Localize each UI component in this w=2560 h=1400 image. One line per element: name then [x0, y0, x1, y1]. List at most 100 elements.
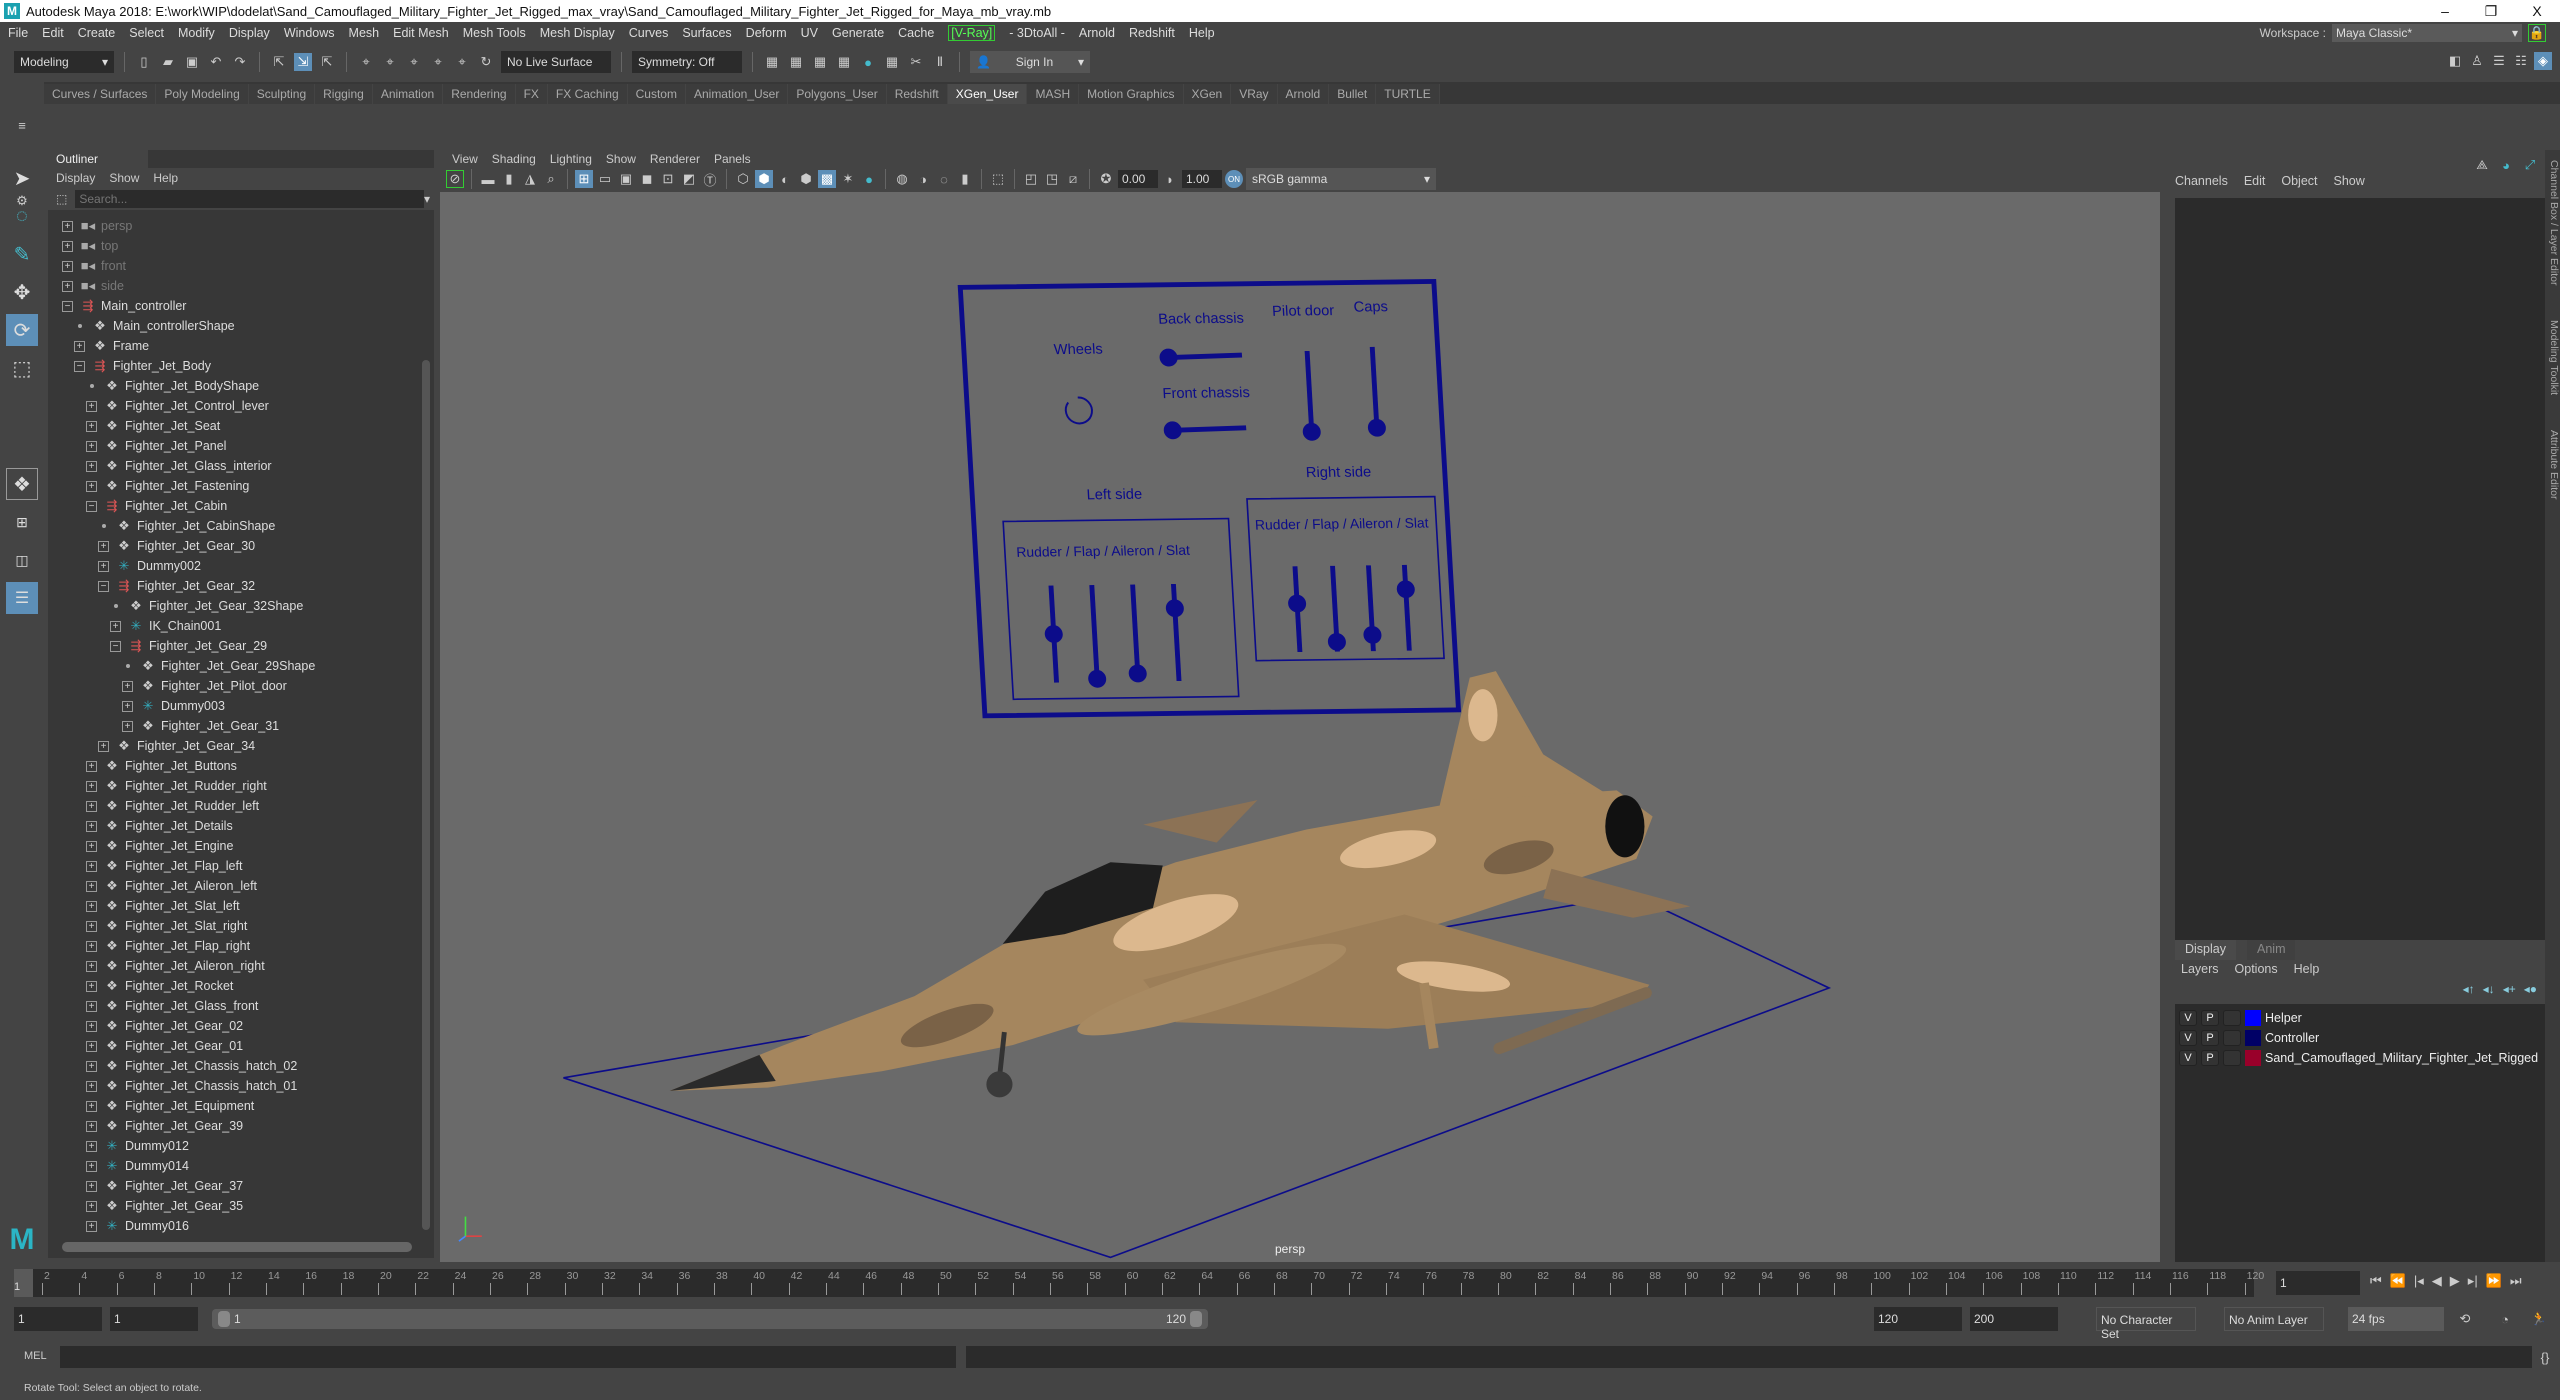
- control-slider-handle[interactable]: [1288, 594, 1307, 613]
- live-surface-field[interactable]: No Live Surface: [501, 51, 611, 73]
- menu-curves[interactable]: Curves: [629, 26, 669, 40]
- render-frame-icon[interactable]: ▦: [763, 53, 781, 71]
- save-scene-icon[interactable]: ▣: [183, 53, 201, 71]
- collapse-icon[interactable]: −: [110, 640, 121, 652]
- command-input[interactable]: [60, 1346, 956, 1368]
- xray-icon[interactable]: ◰: [1022, 170, 1040, 188]
- expand-icon[interactable]: +: [86, 840, 97, 852]
- layer-row[interactable]: V P Controller: [2179, 1028, 2319, 1048]
- undo-icon[interactable]: ↶: [207, 53, 225, 71]
- tab-custom[interactable]: Custom: [627, 84, 686, 104]
- menu-deform[interactable]: Deform: [746, 26, 787, 40]
- step-back-key-icon[interactable]: ⏪: [2390, 1273, 2406, 1289]
- expand-icon[interactable]: +: [86, 1220, 97, 1232]
- tab-bullet[interactable]: Bullet: [1329, 84, 1377, 104]
- outliner-item[interactable]: + ✳ Dummy014: [86, 1156, 189, 1176]
- isolate-select-icon[interactable]: ⬚: [989, 170, 1007, 188]
- menu-windows[interactable]: Windows: [284, 26, 335, 40]
- four-view-layout-icon[interactable]: ⊞: [6, 506, 38, 538]
- command-language-label[interactable]: MEL: [24, 1350, 47, 1362]
- motion-blur-icon[interactable]: ◑: [914, 170, 932, 188]
- workspace-dropdown[interactable]: Maya Classic* ▾: [2332, 24, 2522, 42]
- tab-fx[interactable]: FX: [515, 84, 548, 104]
- select-object-icon[interactable]: ⇲: [294, 53, 312, 71]
- control-slider-handle[interactable]: [1044, 625, 1063, 643]
- 3d-viewport[interactable]: Wheels Back chassis Front chassis Pilot …: [440, 192, 2160, 1262]
- render-sequence-icon[interactable]: ▦: [787, 53, 805, 71]
- expand-icon[interactable]: +: [86, 460, 97, 472]
- tab-animation-user[interactable]: Animation_User: [685, 84, 789, 104]
- tab-channel-box-layer-editor[interactable]: Channel Box / Layer Editor: [2545, 160, 2560, 286]
- outliner-item[interactable]: + ❖ Fighter_Jet_Details: [86, 816, 233, 836]
- new-layer-icon[interactable]: ◂+: [2503, 982, 2516, 996]
- film-gate-icon[interactable]: ▭: [596, 170, 614, 188]
- outliner-item[interactable]: + ❖ Fighter_Jet_Engine: [86, 836, 233, 856]
- go-to-start-icon[interactable]: ⏮: [2370, 1273, 2382, 1289]
- playback-toggle[interactable]: P: [2201, 1050, 2219, 1066]
- outliner-item[interactable]: + ✳ Dummy016: [86, 1216, 189, 1236]
- outliner-item[interactable]: ❖ Fighter_Jet_Gear_32Shape: [110, 596, 303, 616]
- shelf-menu-icon[interactable]: ≡: [13, 116, 31, 134]
- menu-help[interactable]: Help: [1189, 26, 1215, 40]
- expand-icon[interactable]: +: [86, 420, 97, 432]
- 2d-pan-zoom-icon[interactable]: ⌕: [542, 170, 560, 188]
- step-forward-key-icon[interactable]: ⏩: [2486, 1273, 2502, 1289]
- render-settings-icon[interactable]: ▦: [835, 53, 853, 71]
- outliner-item[interactable]: + ❖ Fighter_Jet_Rudder_left: [86, 796, 259, 816]
- tab-xgen-user[interactable]: XGen_User: [947, 84, 1028, 104]
- outliner-item[interactable]: + ✳ Dummy002: [98, 556, 201, 576]
- expand-icon[interactable]: +: [86, 1100, 97, 1112]
- outliner-item[interactable]: + ❖ Fighter_Jet_Pilot_door: [122, 676, 287, 696]
- outliner-item[interactable]: + ■◂ side: [62, 276, 124, 296]
- outliner-item[interactable]: − ⇶ Fighter_Jet_Cabin: [86, 496, 227, 516]
- visibility-toggle[interactable]: V: [2179, 1010, 2197, 1026]
- channel-box-icon[interactable]: ◈: [2534, 52, 2552, 70]
- playback-end-field[interactable]: 120: [1874, 1307, 1962, 1331]
- outliner-item[interactable]: + ❖ Fighter_Jet_Aileron_right: [86, 956, 265, 976]
- outliner-item[interactable]: + ❖ Fighter_Jet_Fastening: [86, 476, 249, 496]
- back-chassis-handle[interactable]: [1159, 348, 1178, 367]
- wireframe-on-shaded-icon[interactable]: ⬢: [797, 170, 815, 188]
- channel-box-menu-channels[interactable]: Channels: [2175, 174, 2228, 188]
- outliner-item[interactable]: + ❖ Fighter_Jet_Rudder_right: [86, 776, 267, 796]
- outliner-item[interactable]: + ❖ Fighter_Jet_Gear_31: [122, 716, 279, 736]
- expand-icon[interactable]: +: [86, 920, 97, 932]
- expand-icon[interactable]: +: [86, 1000, 97, 1012]
- tool-settings-toggle-icon[interactable]: ⤢: [2521, 156, 2539, 174]
- depth-of-field-icon[interactable]: ▮: [956, 170, 974, 188]
- snap-surface-icon[interactable]: ⌖: [453, 53, 471, 71]
- search-input[interactable]: [75, 190, 424, 208]
- sign-in-button[interactable]: 👤 Sign In ▾: [970, 51, 1090, 73]
- move-layer-down-icon[interactable]: ◂↓: [2483, 982, 2495, 996]
- display-type-toggle[interactable]: [2223, 1030, 2241, 1046]
- outliner-item[interactable]: + ✳ IK_Chain001: [110, 616, 221, 636]
- anim-layer-dropdown[interactable]: No Anim Layer: [2224, 1307, 2324, 1331]
- outliner-item[interactable]: + ❖ Fighter_Jet_Gear_01: [86, 1036, 243, 1056]
- expand-icon[interactable]: +: [86, 820, 97, 832]
- tab-polygons-user[interactable]: Polygons_User: [788, 84, 887, 104]
- expand-icon[interactable]: +: [86, 880, 97, 892]
- safe-action-icon[interactable]: ◩: [680, 170, 698, 188]
- gamma-field[interactable]: 1.00: [1182, 170, 1222, 188]
- image-plane-icon[interactable]: ◮: [521, 170, 539, 188]
- outliner-item[interactable]: + ❖ Fighter_Jet_Gear_37: [86, 1176, 243, 1196]
- snap-vertex-icon[interactable]: ↻: [477, 53, 495, 71]
- outliner-item[interactable]: + ❖ Fighter_Jet_Aileron_left: [86, 876, 257, 896]
- layer-menu-help[interactable]: Help: [2294, 962, 2320, 976]
- open-scene-icon[interactable]: ▰: [159, 53, 177, 71]
- expand-icon[interactable]: +: [98, 540, 109, 552]
- outliner-item[interactable]: + ❖ Fighter_Jet_Slat_right: [86, 916, 247, 936]
- outliner-item[interactable]: + ■◂ persp: [62, 216, 132, 236]
- menu-v-ray[interactable]: [V-Ray]: [948, 25, 996, 41]
- expand-icon[interactable]: +: [122, 720, 133, 732]
- expand-icon[interactable]: +: [86, 900, 97, 912]
- select-camera-icon[interactable]: ⊘: [446, 170, 464, 188]
- outliner-item[interactable]: + ❖ Fighter_Jet_Panel: [86, 436, 226, 456]
- new-layer-from-selection-icon[interactable]: ◂●: [2524, 982, 2537, 996]
- layer-color-swatch[interactable]: [2245, 1030, 2261, 1046]
- tab-redshift[interactable]: Redshift: [886, 84, 948, 104]
- animation-end-field[interactable]: 200: [1970, 1307, 2058, 1331]
- expand-icon[interactable]: +: [86, 1140, 97, 1152]
- viewport-menu-renderer[interactable]: Renderer: [650, 152, 700, 166]
- lasso-tool-icon[interactable]: ◌: [6, 200, 38, 232]
